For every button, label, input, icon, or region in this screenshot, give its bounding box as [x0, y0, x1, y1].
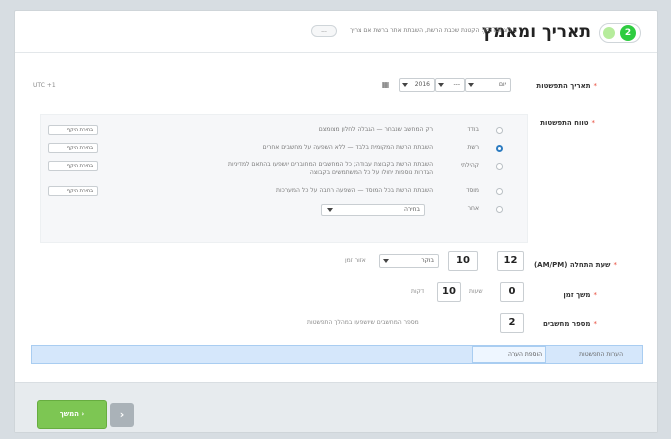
scope-radio-1[interactable] — [496, 145, 503, 152]
duration-hours-unit: שעות — [469, 288, 483, 295]
start-timezone-link[interactable]: אזור זמן — [345, 257, 366, 264]
duration-field-label: *משך זמן — [563, 291, 597, 299]
scope-option-label-3[interactable]: מוסד — [466, 187, 479, 194]
scope-option-desc-2: השבתת הרשת בקבוצת עבודה; כל המחשבים המחו… — [228, 161, 433, 168]
wizard-header: 2 תאריך ומאמץ 3 סוג JF3TSI: הקטנת שכבת ה… — [15, 11, 657, 53]
scope-extra-select-3[interactable]: בחירת היקף — [48, 186, 98, 196]
header-subtitle-prefix: 3 סוג — [503, 27, 518, 34]
start-hour-input[interactable]: 12 — [497, 251, 524, 271]
previous-button[interactable]: ‹ — [110, 403, 134, 427]
ampm-chevron-down-icon — [383, 259, 389, 263]
month-chevron-down-icon — [438, 83, 444, 87]
notes-field-label: הערות התפשטות — [579, 351, 623, 358]
scope-radio-3[interactable] — [496, 188, 503, 195]
wizard-card: 2 תאריך ומאמץ 3 סוג JF3TSI: הקטנת שכבת ה… — [14, 10, 658, 433]
scope-option-label-0[interactable]: בודד — [467, 126, 479, 133]
scope-options-panel — [40, 114, 528, 243]
scope-option-label-2[interactable]: קהילתי — [461, 162, 479, 169]
next-button[interactable]: המשך › — [37, 400, 107, 429]
scope-option-desc-0: רק המחשב שנבחר — הגבלה לחלון מצומצם — [318, 126, 433, 133]
start-minute-input[interactable]: 10 — [448, 251, 478, 271]
duration-hours-input[interactable]: 0 — [500, 282, 524, 302]
header-toggle-button[interactable]: ... — [311, 25, 337, 37]
scope-extra-select-2[interactable]: בחירת היקף — [48, 161, 98, 171]
scope-other-chevron-down-icon — [327, 208, 333, 212]
time-field-label: *שעת התחלה (AM/PM) — [533, 261, 617, 269]
scope-option-desc-3: השבתת הרשת בכל המוסד — השפעה רחבה על כל … — [276, 187, 433, 194]
scope-radio-4[interactable] — [496, 206, 503, 213]
header-subtitle: 3 סוג JF3TSI: הקטנת שכבת הרשת, השבתת אתר… — [350, 27, 517, 34]
header-subtitle-text: JF3TSI: הקטנת שכבת הרשת, השבתת אתר ברשת … — [350, 27, 502, 34]
scope-radio-0[interactable] — [496, 127, 503, 134]
scope-option-desc-1: השבתת הרשת המקומית בלבד — ללא השפעה על מ… — [262, 144, 433, 151]
scope-field-label: *טווח התפשטות — [540, 119, 595, 127]
scope-other-select[interactable]: בחירה — [321, 204, 425, 216]
timezone-link[interactable]: UTC +1 — [33, 82, 56, 89]
scope-radio-2[interactable] — [496, 163, 503, 170]
next-step-dot — [603, 27, 615, 39]
computers-count-input[interactable]: 2 — [500, 313, 524, 333]
scope-option-label-1[interactable]: רשת — [467, 144, 479, 151]
day-chevron-down-icon — [468, 83, 474, 87]
duration-minutes-input[interactable]: 10 — [437, 282, 461, 302]
date-field-label: *תאריך התפשטות — [536, 82, 597, 90]
calendar-icon[interactable]: ▦ — [381, 80, 390, 89]
notes-input[interactable]: הוספת הערה — [472, 346, 546, 363]
notes-row — [31, 345, 643, 364]
scope-option-desc2-2: הגדרות נוספות יחולו על כל המשתמשים בקבוצ… — [309, 169, 433, 176]
computers-hint: מספר המחשבים שיושפעו במהלך התפשטות — [307, 319, 419, 326]
year-chevron-down-icon — [402, 83, 408, 87]
scope-extra-select-1[interactable]: בחירת היקף — [48, 143, 98, 153]
step-indicator: 2 — [599, 23, 641, 43]
duration-minutes-unit: דקות — [411, 288, 425, 295]
scope-option-label-4[interactable]: אחר — [468, 205, 479, 212]
scope-extra-select-0[interactable]: בחירת היקף — [48, 125, 98, 135]
step-number: 2 — [620, 25, 636, 41]
computers-field-label: *מספר מחשבים — [543, 320, 597, 328]
